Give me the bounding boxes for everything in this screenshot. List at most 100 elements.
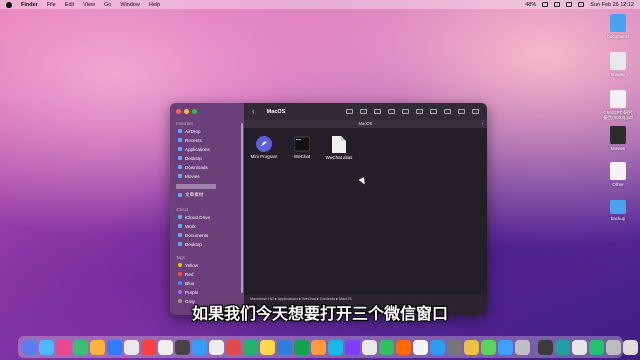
file-item-wechat[interactable]: WeChat xyxy=(286,136,318,159)
minimize-button[interactable] xyxy=(184,109,189,114)
dock-app-icon[interactable] xyxy=(589,339,604,355)
menu-view[interactable]: View xyxy=(83,2,95,8)
group-icon[interactable] xyxy=(360,109,367,114)
dock-app-icon[interactable] xyxy=(277,339,292,355)
dock-app-icon[interactable] xyxy=(90,339,105,355)
image-folder-icon xyxy=(610,52,626,70)
search-icon[interactable] xyxy=(566,2,573,7)
file-item-mini-program[interactable]: Mini Program xyxy=(248,136,280,159)
dock-app-icon[interactable] xyxy=(226,339,241,355)
sidebar-item-applications[interactable]: Applications xyxy=(178,145,210,153)
file-area[interactable]: Mini Program WeChat WeChat alias xyxy=(244,128,487,295)
menu-file[interactable]: File xyxy=(47,2,56,8)
more-icon[interactable] xyxy=(444,109,451,114)
dock-app-icon[interactable] xyxy=(345,339,360,355)
menu-window[interactable]: Window xyxy=(120,2,140,8)
dock-app-icon[interactable] xyxy=(430,339,445,355)
menu-clock[interactable]: Sun Feb 26 12:12 xyxy=(590,2,634,8)
dock-app-icon[interactable] xyxy=(124,339,139,355)
dock-app-icon[interactable] xyxy=(555,339,570,355)
dock-app-icon[interactable] xyxy=(515,339,530,355)
sidebar-item-icloud-desktop[interactable]: Desktop xyxy=(178,240,202,248)
dock-app-icon[interactable] xyxy=(623,339,638,355)
dock-app-icon[interactable] xyxy=(209,339,224,355)
sidebar-item-airdrop[interactable]: AirDrop xyxy=(178,127,201,135)
new-folder-icon[interactable] xyxy=(374,109,381,114)
desktop-icon-documents[interactable]: Documents xyxy=(603,14,633,39)
dock-app-icon[interactable] xyxy=(107,339,122,355)
tag-icon[interactable] xyxy=(388,109,395,114)
sidebar-item-recents[interactable]: Recents xyxy=(178,136,202,144)
menu-help[interactable]: Help xyxy=(149,2,160,8)
dock-app-icon[interactable] xyxy=(73,339,88,355)
action-icon[interactable] xyxy=(458,109,465,114)
battery-icon[interactable] xyxy=(542,2,549,7)
sidebar-item-work[interactable]: Work xyxy=(178,222,196,230)
dock-app-icon[interactable] xyxy=(294,339,309,355)
desktop-icon-movies[interactable]: Movies xyxy=(603,126,633,151)
sidebar-item-icloud-drive[interactable]: iCloud Drive xyxy=(178,213,210,221)
folder-icon xyxy=(178,193,182,197)
dock-app-icon[interactable] xyxy=(260,339,275,355)
dock-app-icon[interactable] xyxy=(328,339,343,355)
dock-app-icon[interactable] xyxy=(413,339,428,355)
back-chevron-icon[interactable]: ‹ xyxy=(252,107,255,116)
sidebar-scrollbar[interactable] xyxy=(241,123,243,293)
dock-app-icon[interactable] xyxy=(311,339,326,355)
dock-app-icon[interactable] xyxy=(22,339,37,355)
sidebar-tag-yellow[interactable]: Yellow xyxy=(178,261,198,269)
desktop-icon-images[interactable]: Images xyxy=(603,52,633,77)
sidebar-tag-blue[interactable]: Blue xyxy=(178,279,194,287)
desktop-icon xyxy=(178,242,182,246)
dock-app-icon[interactable] xyxy=(39,339,54,355)
dock-app-icon[interactable] xyxy=(538,339,553,355)
dock-app-icon[interactable] xyxy=(447,339,462,355)
sidebar-item-downloads[interactable]: Downloads xyxy=(178,163,208,171)
sidebar-item-article-materials[interactable]: 文章素材 xyxy=(178,191,203,199)
dock-app-icon[interactable] xyxy=(464,339,479,355)
dock-app-icon[interactable] xyxy=(572,339,587,355)
control-center-icon[interactable] xyxy=(578,2,585,7)
share-icon[interactable] xyxy=(416,109,423,114)
sidebar-tag-purple[interactable]: Purple xyxy=(178,288,198,296)
dock-app-icon[interactable] xyxy=(158,339,173,355)
menu-app-name[interactable]: Finder xyxy=(21,2,38,8)
dock-app-icon[interactable] xyxy=(606,339,621,355)
tag-dot-icon xyxy=(178,272,182,276)
desktop-icon-backup[interactable]: backup xyxy=(603,200,633,221)
apple-logo-icon[interactable] xyxy=(6,1,12,8)
dock-app-icon[interactable] xyxy=(379,339,394,355)
sidebar-item-desktop[interactable]: Desktop xyxy=(178,154,202,162)
view-mode-icon[interactable] xyxy=(346,109,353,114)
folder-icon xyxy=(610,14,626,32)
menu-go[interactable]: Go xyxy=(104,2,111,8)
close-button[interactable] xyxy=(176,109,181,114)
desktop-icon-pdf[interactable]: ChatGPT 研究报告(2023).pdf xyxy=(603,90,633,121)
search-icon[interactable] xyxy=(472,109,479,114)
dock-app-icon[interactable] xyxy=(141,339,156,355)
wifi-icon[interactable] xyxy=(554,2,561,7)
dock-app-icon[interactable] xyxy=(396,339,411,355)
window-controls xyxy=(176,109,197,114)
desktop-icon-other[interactable]: Other xyxy=(603,162,633,187)
dock-app-icon[interactable] xyxy=(56,339,71,355)
sidebar-item-blurred[interactable] xyxy=(176,182,216,190)
folder-icon xyxy=(178,224,182,228)
preview-icon[interactable] xyxy=(402,109,409,114)
sidebar-item-documents[interactable]: Documents xyxy=(178,231,208,239)
sidebar-item-movies[interactable]: Movies xyxy=(178,172,200,180)
new-tab-icon[interactable]: + xyxy=(482,120,484,128)
menu-edit[interactable]: Edit xyxy=(65,2,74,8)
file-item-wechat-alias[interactable]: WeChat alias xyxy=(323,136,355,160)
dock-app-icon[interactable] xyxy=(362,339,377,355)
dock-app-icon[interactable] xyxy=(498,339,513,355)
dock-app-icon[interactable] xyxy=(192,339,207,355)
zoom-button[interactable] xyxy=(192,109,197,114)
airdrop-icon[interactable] xyxy=(430,109,437,114)
dock-app-icon[interactable] xyxy=(481,339,496,355)
sidebar-tag-red[interactable]: Red xyxy=(178,270,193,278)
dock-app-icon[interactable] xyxy=(175,339,190,355)
tab-macos[interactable]: MacOS xyxy=(359,121,373,126)
finder-window: Favorites AirDrop Recents Applications D… xyxy=(170,103,487,315)
dock-app-icon[interactable] xyxy=(243,339,258,355)
